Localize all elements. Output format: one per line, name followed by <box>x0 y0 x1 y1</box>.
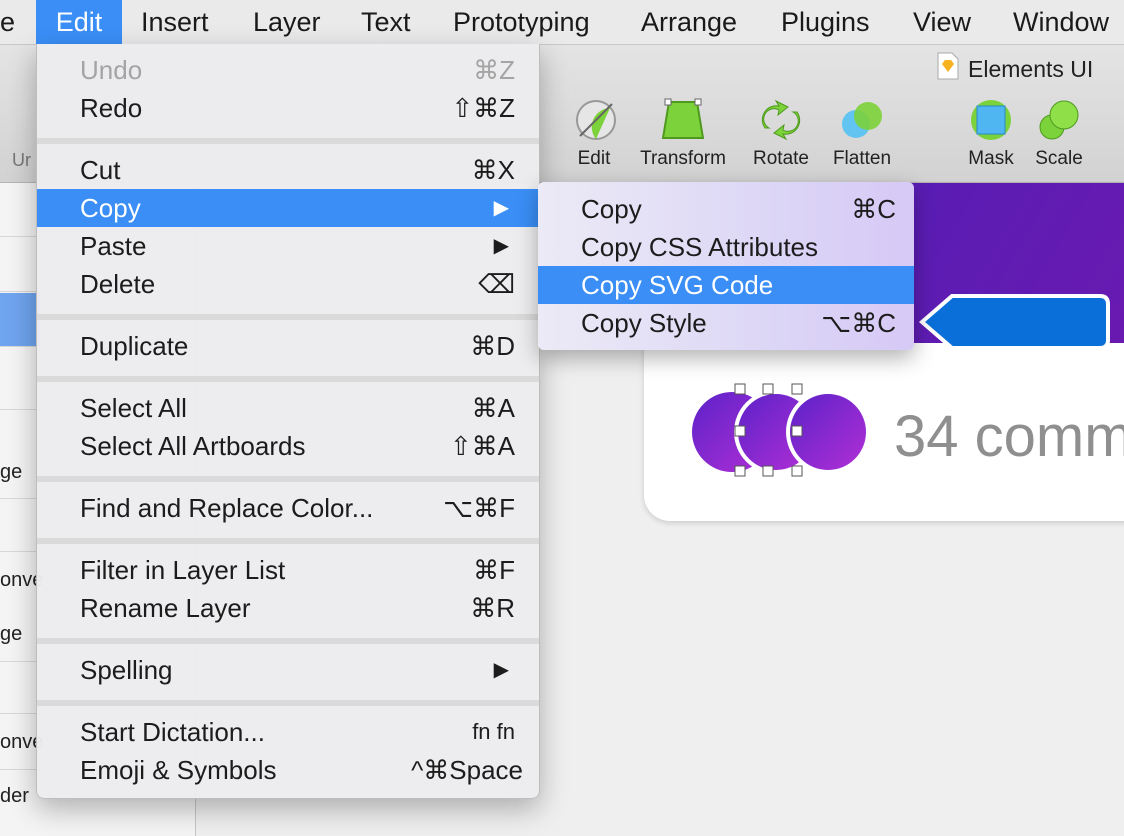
menu-separator <box>37 314 539 320</box>
menu-item-undo: Undo ⌘Z <box>80 55 515 85</box>
menu-item-select-all-artboards[interactable]: Select All Artboards ⇧⌘A <box>37 427 539 465</box>
sketch-file-icon <box>936 52 960 89</box>
layer-row-fragment[interactable]: ge <box>0 623 22 646</box>
tool-rotate[interactable]: Rotate <box>750 98 812 170</box>
menu-edit[interactable]: Edit <box>36 0 122 44</box>
edit-menu: Undo ⌘Z Redo ⇧⌘Z Cut ⌘X Copy ▶ Paste ▶ Delete… <box>36 44 540 799</box>
selected-layer-row[interactable] <box>0 293 40 346</box>
menu-plugins[interactable]: Plugins <box>781 0 870 44</box>
document-title: Elements UI <box>936 52 1093 86</box>
tool-scale[interactable]: Scale <box>1032 98 1086 170</box>
edit-vector-icon <box>576 100 616 140</box>
submenu-arrow-icon: ▶ <box>493 235 509 257</box>
submenu-item-copy[interactable]: Copy ⌘C <box>538 190 914 228</box>
callout-arrow <box>918 292 1112 357</box>
rotate-icon <box>761 99 801 141</box>
tool-rotate-label: Rotate <box>753 148 809 169</box>
submenu-item-copy-svg-code[interactable]: Copy SVG Code <box>538 266 914 304</box>
menu-item-duplicate[interactable]: Duplicate ⌘D <box>37 327 539 365</box>
mask-icon <box>971 100 1011 140</box>
menu-separator <box>37 700 539 706</box>
submenu-item-copy-css-attributes[interactable]: Copy CSS Attributes <box>538 228 914 266</box>
tool-edit[interactable]: Edit <box>574 98 616 170</box>
tool-transform-label: Transform <box>640 148 726 169</box>
menu-window[interactable]: Window <box>1013 0 1109 44</box>
tool-transform[interactable]: Transform <box>635 98 731 170</box>
tool-edit-label: Edit <box>577 148 611 169</box>
menu-item-find-replace-color[interactable]: Find and Replace Color... ⌥⌘F <box>37 489 539 527</box>
menu-prototyping[interactable]: Prototyping <box>453 0 590 44</box>
toolbar-undo-fragment[interactable]: Ur <box>12 150 31 171</box>
menu-text[interactable]: Text <box>361 0 411 44</box>
transform-icon <box>661 98 705 139</box>
menu-item-filter-layer-list[interactable]: Filter in Layer List ⌘F <box>37 551 539 589</box>
tool-flatten[interactable]: Flatten <box>829 98 895 170</box>
menu-item-start-dictation[interactable]: Start Dictation... fn fn <box>37 713 539 751</box>
menu-insert[interactable]: Insert <box>141 0 209 44</box>
delete-key-icon: ⌫ <box>478 269 515 299</box>
menu-item-rename-layer[interactable]: Rename Layer ⌘R <box>37 589 539 627</box>
copy-submenu: Copy ⌘C Copy CSS Attributes Copy SVG Code… <box>538 182 914 350</box>
comments-count-text: 34 comm <box>894 404 1124 469</box>
tool-scale-label: Scale <box>1035 148 1083 169</box>
menu-item-select-all[interactable]: Select All ⌘A <box>37 389 539 427</box>
submenu-item-copy-style[interactable]: Copy Style ⌥⌘C <box>538 304 914 342</box>
layer-row-fragment[interactable]: der <box>0 785 29 808</box>
menu-item-paste[interactable]: Paste ▶ <box>37 227 539 265</box>
menu-item-spelling[interactable]: Spelling ▶ <box>37 651 539 689</box>
tool-flatten-label: Flatten <box>832 148 892 169</box>
submenu-arrow-icon: ▶ <box>493 659 509 681</box>
menu-separator <box>37 376 539 382</box>
tool-mask-label: Mask <box>968 148 1014 169</box>
scale-icon <box>1039 100 1079 140</box>
submenu-arrow-icon: ▶ <box>493 197 509 219</box>
menu-view[interactable]: View <box>913 0 971 44</box>
menu-separator <box>37 476 539 482</box>
layer-row-fragment[interactable]: ge <box>0 461 22 484</box>
menu-bar: e Edit Insert Layer Text Prototyping Arr… <box>0 0 1124 45</box>
tool-mask[interactable]: Mask <box>965 98 1017 170</box>
menu-app-fragment[interactable]: e <box>0 0 28 44</box>
menu-separator <box>37 138 539 144</box>
menu-arrange[interactable]: Arrange <box>641 0 737 44</box>
flatten-icon <box>842 102 882 138</box>
menu-separator <box>37 538 539 544</box>
menu-item-cut[interactable]: Cut ⌘X <box>37 151 539 189</box>
menu-separator <box>37 638 539 644</box>
menu-item-redo[interactable]: Redo ⇧⌘Z <box>37 89 539 127</box>
menu-layer[interactable]: Layer <box>253 0 321 44</box>
document-title-text: Elements UI <box>968 56 1094 82</box>
menu-item-emoji-symbols[interactable]: Emoji & Symbols ^⌘Space <box>37 751 539 789</box>
menu-item-delete[interactable]: Delete ⌫ <box>37 265 539 303</box>
menu-item-copy[interactable]: Copy ▶ <box>37 189 539 227</box>
avatar-group[interactable] <box>688 382 872 482</box>
